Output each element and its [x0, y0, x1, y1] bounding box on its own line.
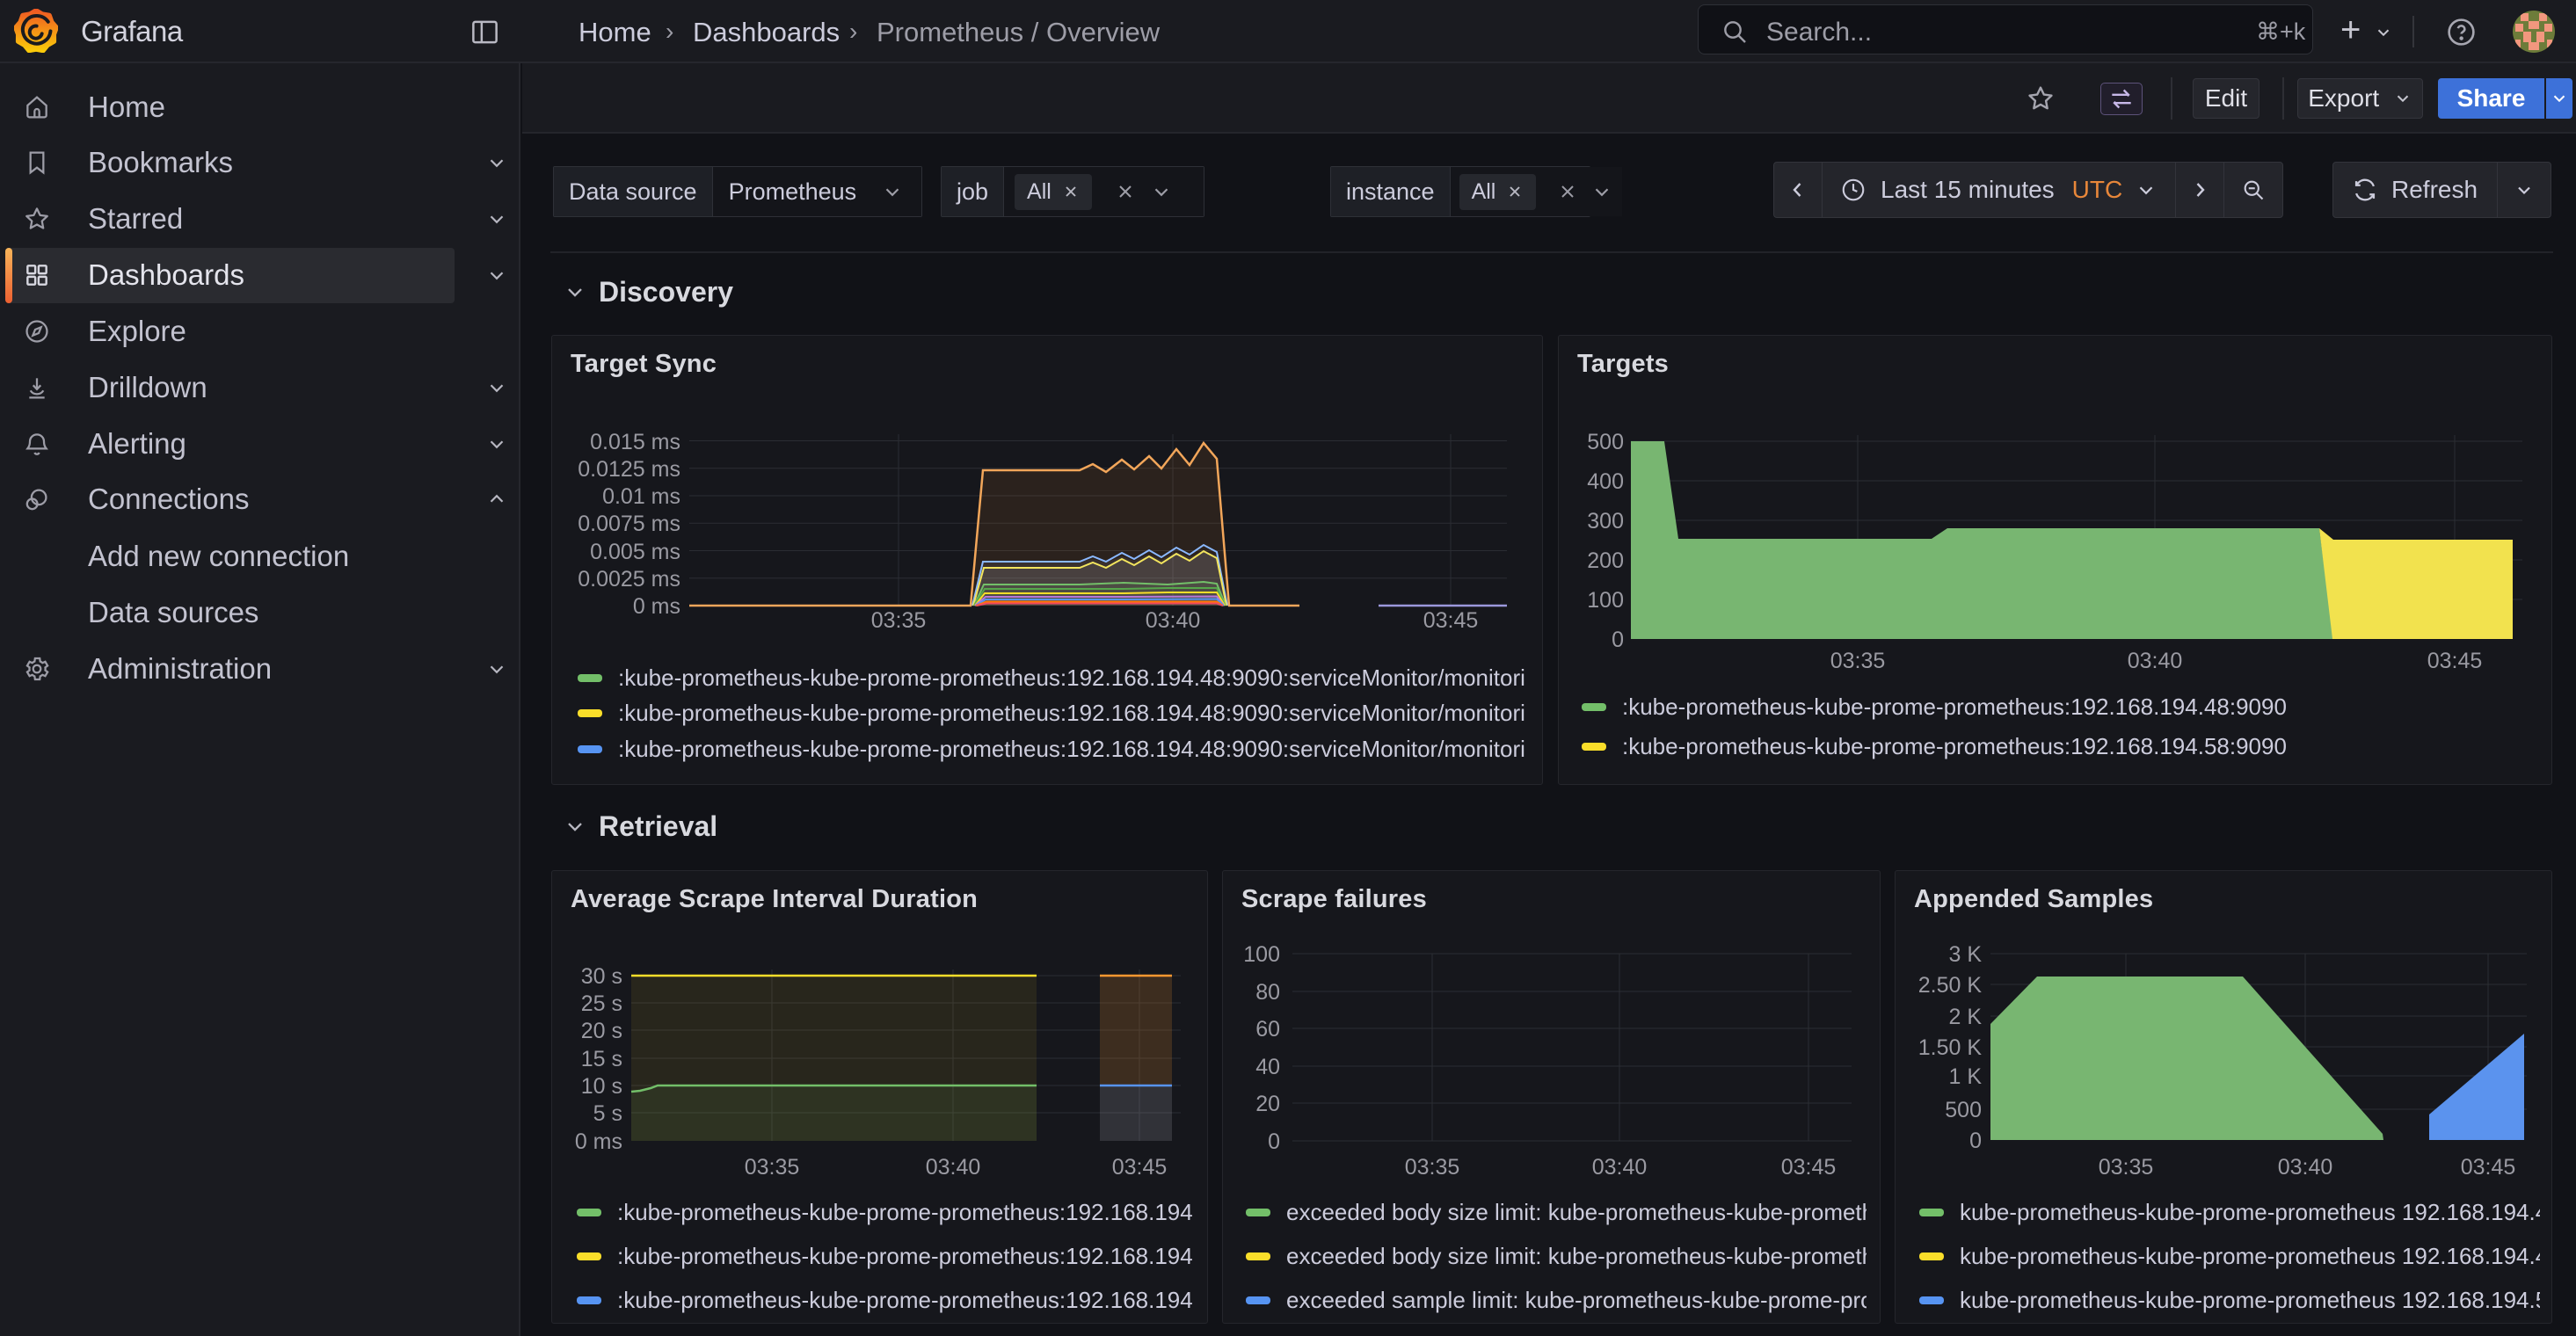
- svg-text:300: 300: [1587, 509, 1624, 534]
- svg-text:200: 200: [1587, 548, 1624, 573]
- svg-text:2 K: 2 K: [1948, 1005, 1982, 1029]
- svg-text:03:40: 03:40: [2278, 1155, 2333, 1180]
- svg-text:40: 40: [1255, 1055, 1280, 1079]
- svg-text:03:45: 03:45: [2461, 1155, 2516, 1180]
- svg-text:0: 0: [1969, 1129, 1982, 1153]
- svg-text:0: 0: [1268, 1129, 1280, 1154]
- svg-text:03:35: 03:35: [1830, 649, 1886, 673]
- svg-text:400: 400: [1587, 469, 1624, 494]
- svg-text:03:45: 03:45: [2427, 649, 2483, 673]
- svg-text:1.50 K: 1.50 K: [1918, 1035, 1983, 1060]
- svg-text:0.0025 ms: 0.0025 ms: [578, 567, 680, 592]
- svg-text:0.005 ms: 0.005 ms: [590, 540, 680, 564]
- svg-text:03:45: 03:45: [1112, 1155, 1168, 1180]
- svg-text:0.015 ms: 0.015 ms: [590, 430, 680, 454]
- svg-text:100: 100: [1243, 942, 1280, 967]
- svg-text:2.50 K: 2.50 K: [1918, 973, 1983, 998]
- svg-text:0.01 ms: 0.01 ms: [602, 484, 680, 509]
- svg-text:20 s: 20 s: [581, 1019, 622, 1043]
- svg-text:03:40: 03:40: [926, 1155, 981, 1180]
- svg-text:25 s: 25 s: [581, 991, 622, 1016]
- svg-text:03:35: 03:35: [1405, 1155, 1460, 1180]
- svg-text:500: 500: [1945, 1098, 1982, 1122]
- svg-text:03:45: 03:45: [1423, 608, 1479, 633]
- svg-text:3 K: 3 K: [1948, 942, 1982, 967]
- svg-text:03:40: 03:40: [1146, 608, 1201, 633]
- svg-text:0 ms: 0 ms: [633, 594, 680, 619]
- svg-text:03:45: 03:45: [1781, 1155, 1837, 1180]
- svg-text:03:35: 03:35: [2099, 1155, 2154, 1180]
- svg-text:03:40: 03:40: [2128, 649, 2183, 673]
- svg-text:5 s: 5 s: [593, 1101, 622, 1126]
- svg-text:03:35: 03:35: [745, 1155, 800, 1180]
- svg-text:10 s: 10 s: [581, 1074, 622, 1099]
- svg-text:60: 60: [1255, 1017, 1280, 1042]
- svg-text:100: 100: [1587, 588, 1624, 613]
- svg-text:0 ms: 0 ms: [575, 1129, 622, 1154]
- svg-text:0.0125 ms: 0.0125 ms: [578, 457, 680, 482]
- svg-text:03:35: 03:35: [871, 608, 927, 633]
- svg-text:500: 500: [1587, 430, 1624, 454]
- svg-text:03:40: 03:40: [1592, 1155, 1648, 1180]
- svg-text:80: 80: [1255, 980, 1280, 1005]
- svg-text:1 K: 1 K: [1948, 1064, 1982, 1089]
- svg-text:0: 0: [1612, 628, 1624, 652]
- svg-text:15 s: 15 s: [581, 1047, 622, 1071]
- svg-text:0.0075 ms: 0.0075 ms: [578, 512, 680, 536]
- svg-text:20: 20: [1255, 1092, 1280, 1116]
- svg-text:30 s: 30 s: [581, 964, 622, 989]
